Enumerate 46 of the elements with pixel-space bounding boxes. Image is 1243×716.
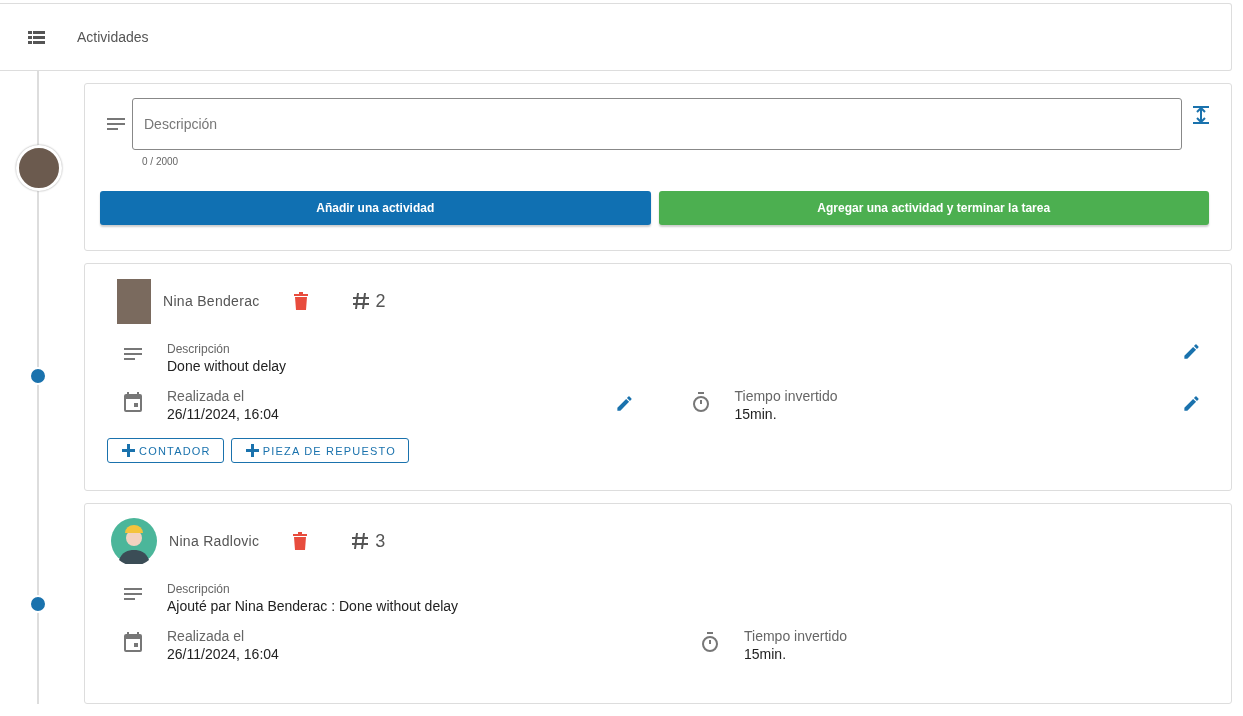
field-label: Realizada el: [167, 628, 246, 644]
field-label: Descripción: [167, 342, 231, 356]
edit-icon[interactable]: [1182, 394, 1201, 413]
date-value: 26/11/2024, 16:04: [167, 406, 280, 422]
list-icon: [28, 30, 45, 44]
plus-icon: [122, 444, 135, 457]
edit-icon[interactable]: [614, 394, 634, 413]
plus-icon: [245, 444, 259, 457]
delete-icon[interactable]: [293, 532, 308, 550]
date-value: 26/11/2024, 16:04: [167, 646, 280, 662]
author-name: Nina Benderac: [163, 293, 260, 309]
description-field[interactable]: Descripción: [132, 98, 1182, 150]
user-avatar: [16, 145, 62, 191]
description-icon: [124, 348, 142, 360]
timeline-dot: [29, 367, 47, 385]
field-label: Realizada el: [167, 388, 246, 404]
activity-number: 2: [375, 290, 386, 312]
field-label: Descripción: [167, 582, 231, 596]
author-name: Nina Radlovic: [169, 533, 260, 549]
add-button[interactable]: CONTADOR: [107, 438, 224, 463]
field-label: Tiempo invertido: [744, 628, 848, 644]
timeline-dot: [29, 595, 47, 613]
delete-icon[interactable]: [293, 292, 308, 310]
calendar-icon: [124, 632, 142, 652]
photo-placeholder: [117, 278, 151, 324]
edit-icon[interactable]: [1182, 342, 1201, 361]
expand-height-icon[interactable]: [1193, 106, 1209, 124]
hash-icon: [351, 532, 370, 550]
time-value: 15min.: [744, 646, 788, 662]
submit-button[interactable]: Agregar una actividad y terminar la tarea: [658, 191, 1209, 225]
worker-avatar: [111, 518, 157, 564]
calendar-icon: [124, 392, 142, 412]
submit-button[interactable]: Añadir una actividad: [100, 191, 651, 225]
add-button[interactable]: PIEZA DE REPUESTO: [230, 438, 410, 463]
description-icon: [107, 118, 125, 130]
section-title: Actividades: [77, 29, 149, 45]
activity-number: 3: [375, 530, 386, 552]
character-counter: 0 / 2000: [142, 156, 180, 167]
hash-icon: [351, 292, 370, 310]
field-label: Tiempo invertido: [734, 388, 839, 404]
stopwatch-icon: [691, 392, 710, 412]
stopwatch-icon: [701, 632, 719, 652]
description-text: Done without delay: [167, 358, 288, 374]
time-value: 15min.: [734, 406, 778, 422]
description-icon: [124, 588, 142, 600]
description-text: Ajouté par Nina Benderac : Done without delay: [167, 598, 460, 614]
